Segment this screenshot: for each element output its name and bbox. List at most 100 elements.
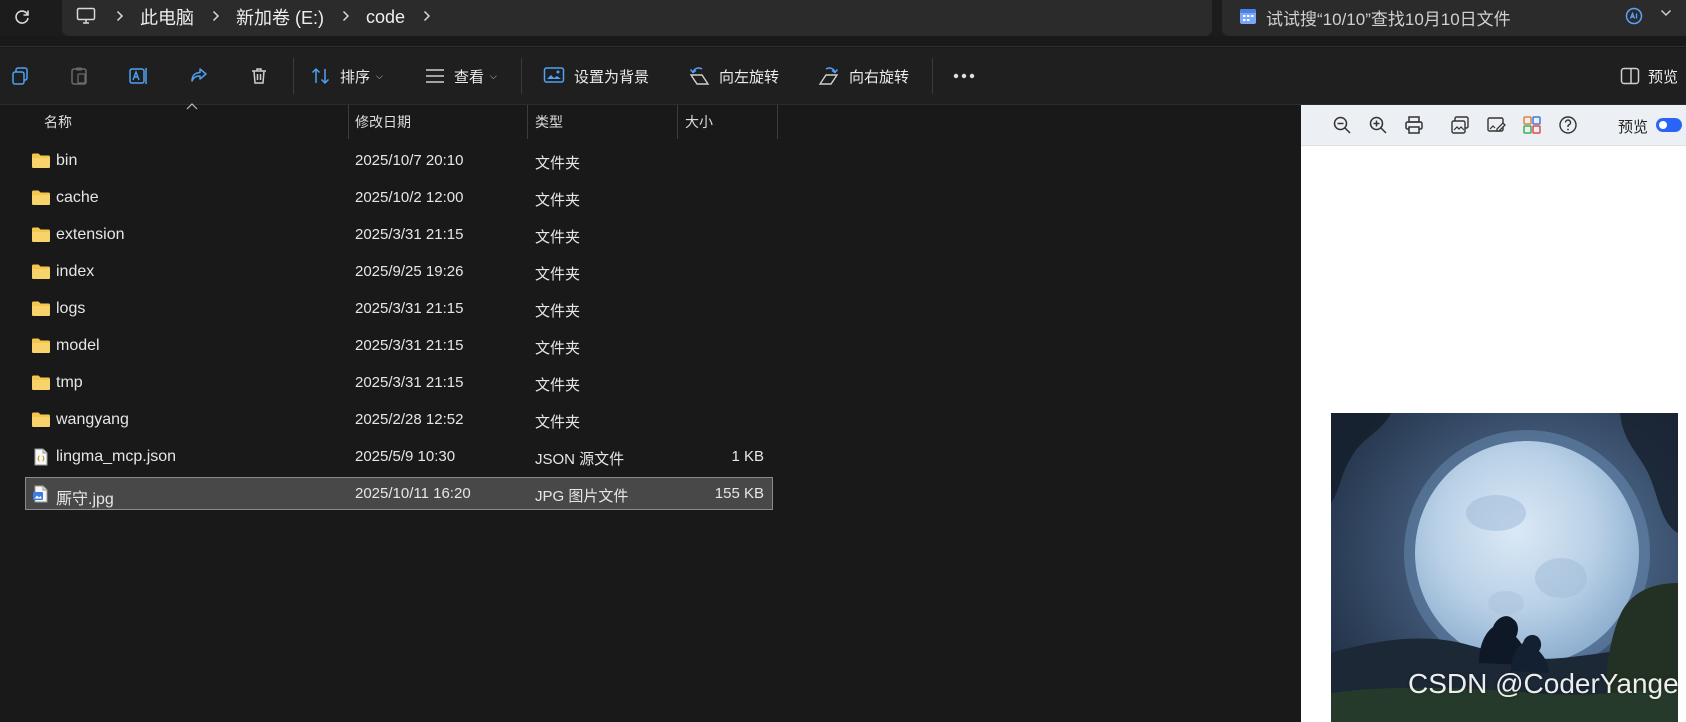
file-row[interactable]: tmp 2025/3/31 21:15 文件夹 (26, 367, 772, 398)
file-list: 名称 修改日期 类型 大小 bin 2025/10/7 20:10 文件夹 ca… (0, 103, 1300, 722)
file-type: 文件夹 (535, 229, 581, 246)
delete-icon[interactable] (247, 64, 271, 88)
file-name: bin (56, 152, 78, 169)
file-name: tmp (56, 374, 83, 391)
chevron-down-icon[interactable] (1660, 9, 1672, 17)
chevron-right-icon[interactable] (116, 10, 124, 22)
view-button[interactable]: 查看 ⌵ (425, 60, 497, 92)
ai-search-icon[interactable] (1624, 6, 1644, 26)
json-file-icon (31, 448, 51, 466)
refresh-button[interactable] (8, 6, 36, 28)
file-type: 文件夹 (535, 414, 581, 431)
file-name: model (56, 337, 100, 354)
chevron-right-icon[interactable] (212, 10, 220, 22)
file-name: lingma_mcp.json (56, 448, 177, 465)
file-name: wangyang (56, 411, 129, 428)
this-pc-icon[interactable] (76, 6, 98, 26)
file-type: 文件夹 (535, 192, 581, 209)
file-type: 文件夹 (535, 155, 581, 172)
help-icon[interactable] (1557, 114, 1579, 136)
file-type: 文件夹 (535, 340, 581, 357)
csdn-watermark: CSDN @CoderYanger (1408, 668, 1678, 699)
zoom-in-icon[interactable] (1367, 114, 1389, 136)
column-divider[interactable] (777, 105, 778, 139)
rotate-right-label: 向右旋转 (849, 68, 910, 86)
file-type: JPG 图片文件 (535, 488, 629, 505)
address-bar[interactable]: 此电脑 新加卷 (E:) code (62, 0, 1212, 36)
file-row[interactable]: logs 2025/3/31 21:15 文件夹 (26, 293, 772, 324)
rotate-right-button[interactable]: 向右旋转 (818, 60, 909, 92)
copy-icon[interactable] (8, 64, 32, 88)
file-name: logs (56, 300, 86, 317)
rotate-left-label: 向左旋转 (719, 68, 780, 86)
file-type: 文件夹 (535, 266, 581, 283)
preview-toolbar: 预览 (1301, 105, 1686, 146)
file-row[interactable]: lingma_mcp.json 2025/5/9 10:30 JSON 源文件 … (26, 441, 772, 472)
column-header-date-modified[interactable]: 修改日期 (355, 105, 411, 139)
file-date: 2025/5/9 10:30 (355, 448, 456, 465)
view-list-icon (426, 69, 444, 83)
image-preview: CSDN @CoderYanger (1331, 413, 1678, 722)
search-placeholder[interactable]: 试试搜“10/10”查找10月10日文件 (1266, 2, 1511, 30)
file-type: 文件夹 (535, 303, 581, 320)
rotate-right-icon (818, 67, 839, 85)
preview-toggle-label: 预览 (1618, 119, 1649, 136)
folder-icon (31, 300, 51, 317)
view-label: 查看 (454, 68, 485, 86)
apps-icon[interactable] (1521, 114, 1543, 136)
breadcrumb-drive-e[interactable]: 新加卷 (E:) (236, 2, 324, 30)
preview-toggle-switch[interactable] (1656, 118, 1682, 132)
file-row[interactable]: index 2025/9/25 19:26 文件夹 (26, 256, 772, 287)
folder-icon (31, 374, 51, 391)
file-name: 厮守.jpg (56, 491, 114, 508)
file-date: 2025/3/31 21:15 (355, 374, 464, 391)
share-icon[interactable] (187, 64, 211, 88)
folder-icon (31, 337, 51, 354)
more-options-icon[interactable] (952, 64, 976, 88)
preview-pane: 预览 CSDN @CoderYanger (1301, 105, 1686, 722)
edit-image-icon[interactable] (1485, 114, 1507, 136)
file-row-selected[interactable]: 厮守.jpg 2025/10/11 16:20 JPG 图片文件 155 KB (25, 477, 773, 510)
command-bar: 排序 ⌵ 查看 ⌵ 设置为背景 向左旋转 向右旋转 预览 (0, 48, 1686, 105)
folder-icon (31, 152, 51, 169)
folder-icon (31, 263, 51, 280)
file-type: JSON 源文件 (535, 451, 625, 468)
set-as-background-label: 设置为背景 (574, 68, 650, 86)
set-as-background-button[interactable]: 设置为背景 (543, 60, 649, 92)
file-size: 155 KB (714, 485, 764, 502)
wallpaper-icon (543, 67, 565, 83)
chevron-down-icon: ⌵ (490, 70, 497, 81)
search-box[interactable]: 试试搜“10/10”查找10月10日文件 (1222, 0, 1686, 36)
file-row[interactable]: cache 2025/10/2 12:00 文件夹 (26, 182, 772, 213)
folder-icon (31, 411, 51, 428)
preview-pane-button[interactable]: 预览 (1620, 60, 1678, 92)
image-file-icon (31, 485, 51, 503)
sort-label: 排序 (340, 68, 371, 86)
column-header-type[interactable]: 类型 (535, 105, 563, 139)
column-header-size[interactable]: 大小 (685, 105, 713, 139)
file-name: index (56, 263, 95, 280)
sort-ascending-icon (186, 103, 198, 110)
paste-icon[interactable] (67, 64, 91, 88)
file-row[interactable]: model 2025/3/31 21:15 文件夹 (26, 330, 772, 361)
rotate-left-icon (689, 67, 710, 85)
zoom-out-icon[interactable] (1331, 114, 1353, 136)
column-divider[interactable] (677, 105, 678, 139)
print-icon[interactable] (1403, 114, 1425, 136)
chevron-right-icon[interactable] (423, 10, 431, 22)
rotate-left-button[interactable]: 向左旋转 (688, 60, 779, 92)
breadcrumb-code[interactable]: code (366, 5, 405, 28)
sort-button[interactable]: 排序 ⌵ (311, 60, 383, 92)
file-date: 2025/10/2 12:00 (355, 189, 464, 206)
file-row[interactable]: wangyang 2025/2/28 12:52 文件夹 (26, 404, 772, 435)
column-header-name[interactable]: 名称 (44, 105, 72, 139)
file-row[interactable]: extension 2025/3/31 21:15 文件夹 (26, 219, 772, 250)
image-copy-icon[interactable] (1449, 114, 1471, 136)
column-divider[interactable] (348, 105, 349, 139)
file-date: 2025/2/28 12:52 (355, 411, 464, 428)
file-row[interactable]: bin 2025/10/7 20:10 文件夹 (26, 145, 772, 176)
rename-icon[interactable] (126, 64, 150, 88)
chevron-right-icon[interactable] (342, 10, 350, 22)
column-divider[interactable] (527, 105, 528, 139)
breadcrumb-this-pc[interactable]: 此电脑 (140, 2, 194, 30)
